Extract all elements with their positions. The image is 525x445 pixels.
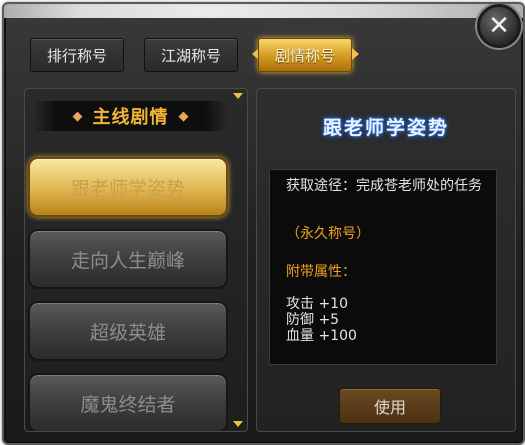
attribute-name: 攻击 xyxy=(286,296,314,312)
window-top-strip xyxy=(4,4,523,18)
duration-text: （永久称号） xyxy=(286,226,370,242)
list-item-label: 走向人生巅峰 xyxy=(70,249,185,272)
list-item-label: 超级英雄 xyxy=(89,321,166,344)
ornament-left-icon: ◆ xyxy=(72,108,83,124)
list-item-label: 魔鬼终结者 xyxy=(80,393,176,416)
attribute-value: +10 xyxy=(318,296,348,312)
use-title-button[interactable]: 使用 xyxy=(339,388,441,424)
list-item-title-3[interactable]: 超级英雄 xyxy=(28,301,228,361)
tab-label: 剧情称号 xyxy=(274,46,335,65)
attribute-name: 血量 xyxy=(286,328,314,344)
attribute-header: 附带属性： xyxy=(286,264,356,280)
title-list-panel: ◆ 主线剧情 ◆ 跟老师学姿势 走向人生巅峰 超级英雄 魔鬼终结者 xyxy=(24,88,248,432)
attribute-value: +5 xyxy=(318,312,340,328)
collapse-arrow-icon[interactable] xyxy=(233,93,243,99)
attribute-value: +100 xyxy=(318,328,357,344)
scroll-down-arrow-icon[interactable] xyxy=(233,421,243,427)
tab-jianghu-title[interactable]: 江湖称号 xyxy=(144,38,238,72)
list-item-title-1[interactable]: 跟老师学姿势 xyxy=(28,157,228,217)
tab-label: 江湖称号 xyxy=(160,46,221,65)
tab-active-right-arrow-icon xyxy=(352,48,359,60)
title-window: ✕ 排行称号 江湖称号 剧情称号 ◆ 主线剧情 ◆ 跟老师学姿势 走向人生巅峰 … xyxy=(2,2,525,445)
close-button[interactable]: ✕ xyxy=(477,4,521,48)
list-item-label: 跟老师学姿势 xyxy=(70,177,185,200)
list-item-title-2[interactable]: 走向人生巅峰 xyxy=(28,229,228,289)
attribute-row-hp: 血量 +100 xyxy=(286,328,357,345)
tab-story-title[interactable]: 剧情称号 xyxy=(258,38,352,72)
ornament-right-icon: ◆ xyxy=(178,108,189,124)
category-label: 主线剧情 xyxy=(92,107,169,128)
attribute-name: 防御 xyxy=(286,312,314,328)
tab-label: 排行称号 xyxy=(46,46,107,65)
selected-title-artwork: 跟老师学姿势 xyxy=(322,117,449,139)
tab-ranking-title[interactable]: 排行称号 xyxy=(30,38,124,72)
acquire-source-text: 获取途径：完成苍老师处的任务 xyxy=(286,178,482,194)
close-icon: ✕ xyxy=(488,11,510,41)
list-item-title-4[interactable]: 魔鬼终结者 xyxy=(28,373,228,431)
attribute-row-attack: 攻击 +10 xyxy=(286,296,348,313)
category-header[interactable]: ◆ 主线剧情 ◆ xyxy=(33,101,228,131)
use-button-label: 使用 xyxy=(373,398,406,417)
title-detail-panel: 跟老师学姿势 获取途径：完成苍老师处的任务 （永久称号） 附带属性： 攻击 +1… xyxy=(256,88,516,432)
title-info-box: 获取途径：完成苍老师处的任务 （永久称号） 附带属性： 攻击 +10 防御 +5… xyxy=(269,169,497,365)
attribute-row-defense: 防御 +5 xyxy=(286,312,339,329)
